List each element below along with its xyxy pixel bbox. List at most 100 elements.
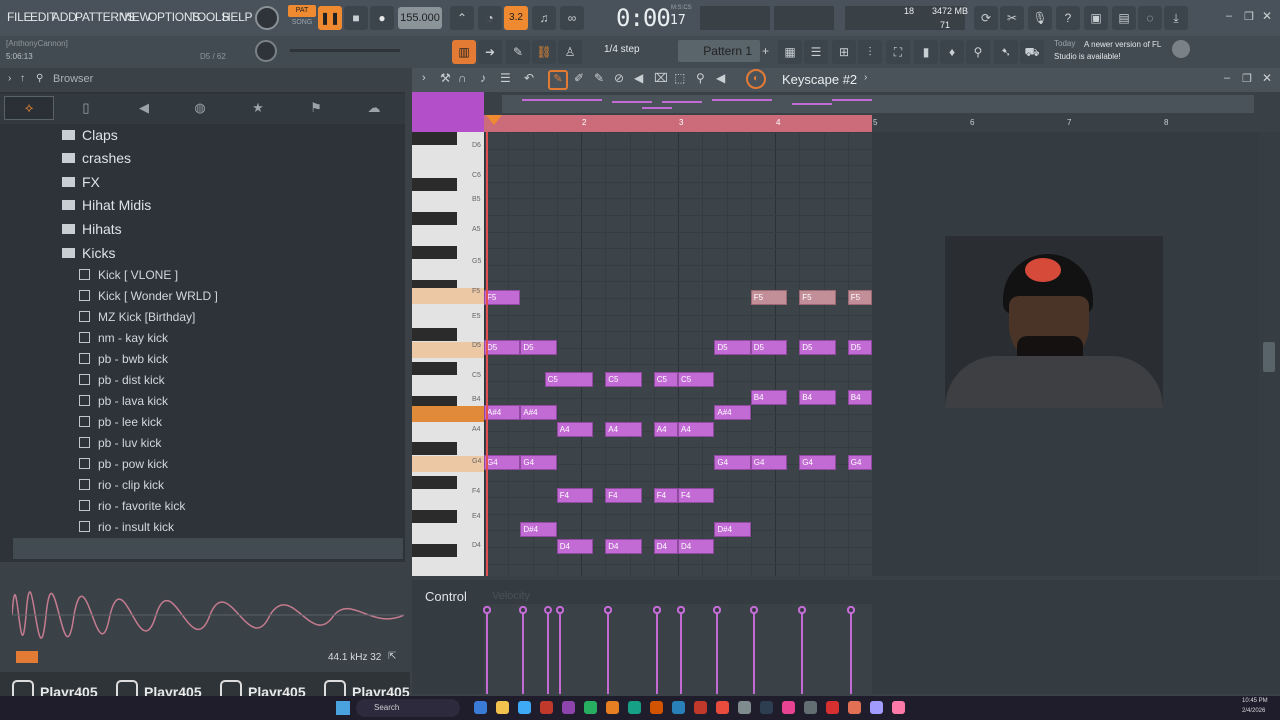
velocity-bar[interactable] (546, 610, 549, 694)
note-block[interactable]: F5 (847, 290, 872, 305)
note-block[interactable]: D4 (556, 539, 594, 554)
file-item[interactable]: rio - clip kick (79, 474, 379, 495)
pr-wrench-icon[interactable]: ⚒ (440, 71, 451, 85)
note-block[interactable]: F4 (556, 488, 594, 503)
cursor-tool-icon[interactable]: ➷ (994, 40, 1018, 64)
file-item[interactable]: pb - luv kick (79, 432, 379, 453)
browser-toggle-icon[interactable]: ⛶ (886, 40, 910, 64)
pr-channel-icon[interactable]: ◐ (746, 69, 766, 89)
browser-search-icon[interactable]: ⚲ (36, 73, 43, 84)
folder-item[interactable]: Kicks (62, 241, 362, 264)
menu-view[interactable]: VIEW (121, 10, 151, 24)
note-block[interactable]: A4 (678, 422, 715, 437)
taskbar-app-icon[interactable] (562, 701, 575, 714)
playhead-marker[interactable] (486, 115, 502, 125)
pr-mute-icon[interactable]: ◀ (634, 71, 643, 85)
export-icon[interactable]: ⇱ (388, 651, 396, 662)
note-block[interactable]: A4 (605, 422, 642, 437)
taskbar-app-icon[interactable] (650, 701, 663, 714)
file-item[interactable]: pb - bwb kick (79, 348, 379, 369)
velocity-handle[interactable] (846, 606, 855, 614)
black-key[interactable] (412, 510, 457, 523)
pr-undo-icon[interactable]: ↶ (524, 71, 534, 85)
plugin-icon[interactable]: ▤ (1112, 6, 1136, 30)
black-key[interactable] (412, 476, 457, 489)
note-block[interactable]: A#4 (714, 405, 751, 420)
loop-record-icon[interactable]: ∞ (560, 6, 584, 30)
note-block[interactable]: G4 (520, 455, 557, 470)
velocity-handle[interactable] (483, 606, 491, 614)
master-pitch-knob[interactable] (255, 40, 277, 62)
plugins-tab-icon[interactable]: ⚑ (304, 100, 328, 118)
taskbar-app-icon[interactable] (628, 701, 641, 714)
start-icon[interactable] (336, 701, 350, 715)
pr-magnet-icon[interactable]: ∩ (458, 71, 467, 85)
velocity-bar[interactable] (655, 610, 658, 694)
news-text[interactable]: A newer version of FL Studio is availabl… (1054, 39, 1166, 63)
black-key[interactable] (412, 132, 457, 145)
add-pattern-icon[interactable]: + (762, 44, 769, 58)
piano-keyboard[interactable]: D6 C6 B5 A5 G5 F5 E5 D5 C5 B4 A4 G4 F4 E4 D4 (412, 132, 484, 576)
file-item[interactable]: pb - pow kick (79, 453, 379, 474)
pr-paint-delete-icon[interactable]: ✎ (594, 71, 604, 85)
velocity-bar[interactable] (558, 610, 561, 694)
pr-zoom-icon[interactable]: ⚲ (696, 71, 705, 85)
note-block[interactable]: G4 (847, 455, 872, 470)
black-key[interactable] (412, 246, 457, 259)
taskbar-app-icon[interactable] (804, 701, 817, 714)
velocity-bar[interactable] (607, 610, 610, 694)
song-mode-button[interactable]: SONG (288, 19, 316, 29)
minimize-icon[interactable]: – (1226, 10, 1232, 22)
taskbar-app-icon[interactable] (672, 701, 685, 714)
file-item[interactable]: rio - favorite kick (79, 495, 379, 516)
close-icon[interactable]: ✕ (1262, 9, 1272, 23)
cloud-tab-icon[interactable]: ☁ (362, 100, 386, 118)
velocity-bar[interactable] (801, 610, 804, 694)
black-key[interactable] (412, 328, 457, 341)
velocity-handle[interactable] (749, 606, 758, 614)
velocity-handle[interactable] (555, 606, 564, 614)
note-block[interactable]: G4 (714, 455, 751, 470)
velocity-handle[interactable] (652, 606, 661, 614)
vertical-scrollbar[interactable] (1259, 132, 1280, 576)
microphone-icon[interactable]: 🎙 (1028, 6, 1052, 30)
record-button[interactable]: ● (370, 6, 394, 30)
pitch-slider[interactable] (290, 49, 400, 52)
taskbar-app-icon[interactable] (540, 701, 553, 714)
note-block[interactable]: B4 (750, 390, 788, 405)
folder-item[interactable]: Claps (62, 123, 362, 146)
taskbar-app-icon[interactable] (716, 701, 729, 714)
pat-mode-button[interactable]: PAT (288, 5, 316, 17)
loop-region[interactable] (484, 115, 872, 132)
note-block[interactable]: C5 (653, 372, 678, 387)
velocity-bar[interactable] (486, 610, 488, 694)
favorites-tab-icon[interactable]: ★ (246, 100, 270, 118)
note-block[interactable]: A4 (653, 422, 678, 437)
taskbar-app-icon[interactable] (848, 701, 861, 714)
restore-icon[interactable]: ❐ (1244, 10, 1254, 23)
plugin-db-icon[interactable]: ♦ (940, 40, 964, 64)
file-item[interactable]: Kick [ VLONE ] (79, 264, 379, 285)
file-item[interactable]: pb - dist kick (79, 369, 379, 390)
velocity-lane[interactable] (484, 604, 872, 694)
velocity-bar[interactable] (522, 610, 525, 694)
pencil-icon[interactable]: ✎ (506, 40, 530, 64)
note-block[interactable]: D5 (484, 340, 521, 355)
pattern-selector[interactable]: Pattern 1 (678, 40, 760, 62)
tools-icon[interactable]: ✂ (1000, 6, 1024, 30)
piano-roll-icon[interactable]: ▥ (452, 40, 476, 64)
pr-menu-arrow-icon[interactable]: › (422, 72, 426, 84)
pr-close-icon[interactable]: ✕ (1262, 71, 1272, 85)
note-block[interactable]: F4 (653, 488, 678, 503)
folder-item[interactable]: crashes (62, 147, 362, 170)
note-block[interactable]: D5 (714, 340, 751, 355)
brush-icon[interactable]: ⚲ (966, 40, 990, 64)
file-item[interactable]: Kick [ Wonder WRLD ] (79, 285, 379, 306)
velocity-handle[interactable] (677, 606, 685, 614)
file-item[interactable]: rio - insult kick (79, 516, 379, 537)
note-block[interactable]: F5 (750, 290, 788, 305)
note-block[interactable]: G4 (799, 455, 836, 470)
taskbar-app-icon[interactable] (584, 701, 597, 714)
stamp-icon[interactable]: ♙ (558, 40, 582, 64)
taskbar-app-icon[interactable] (496, 701, 509, 714)
